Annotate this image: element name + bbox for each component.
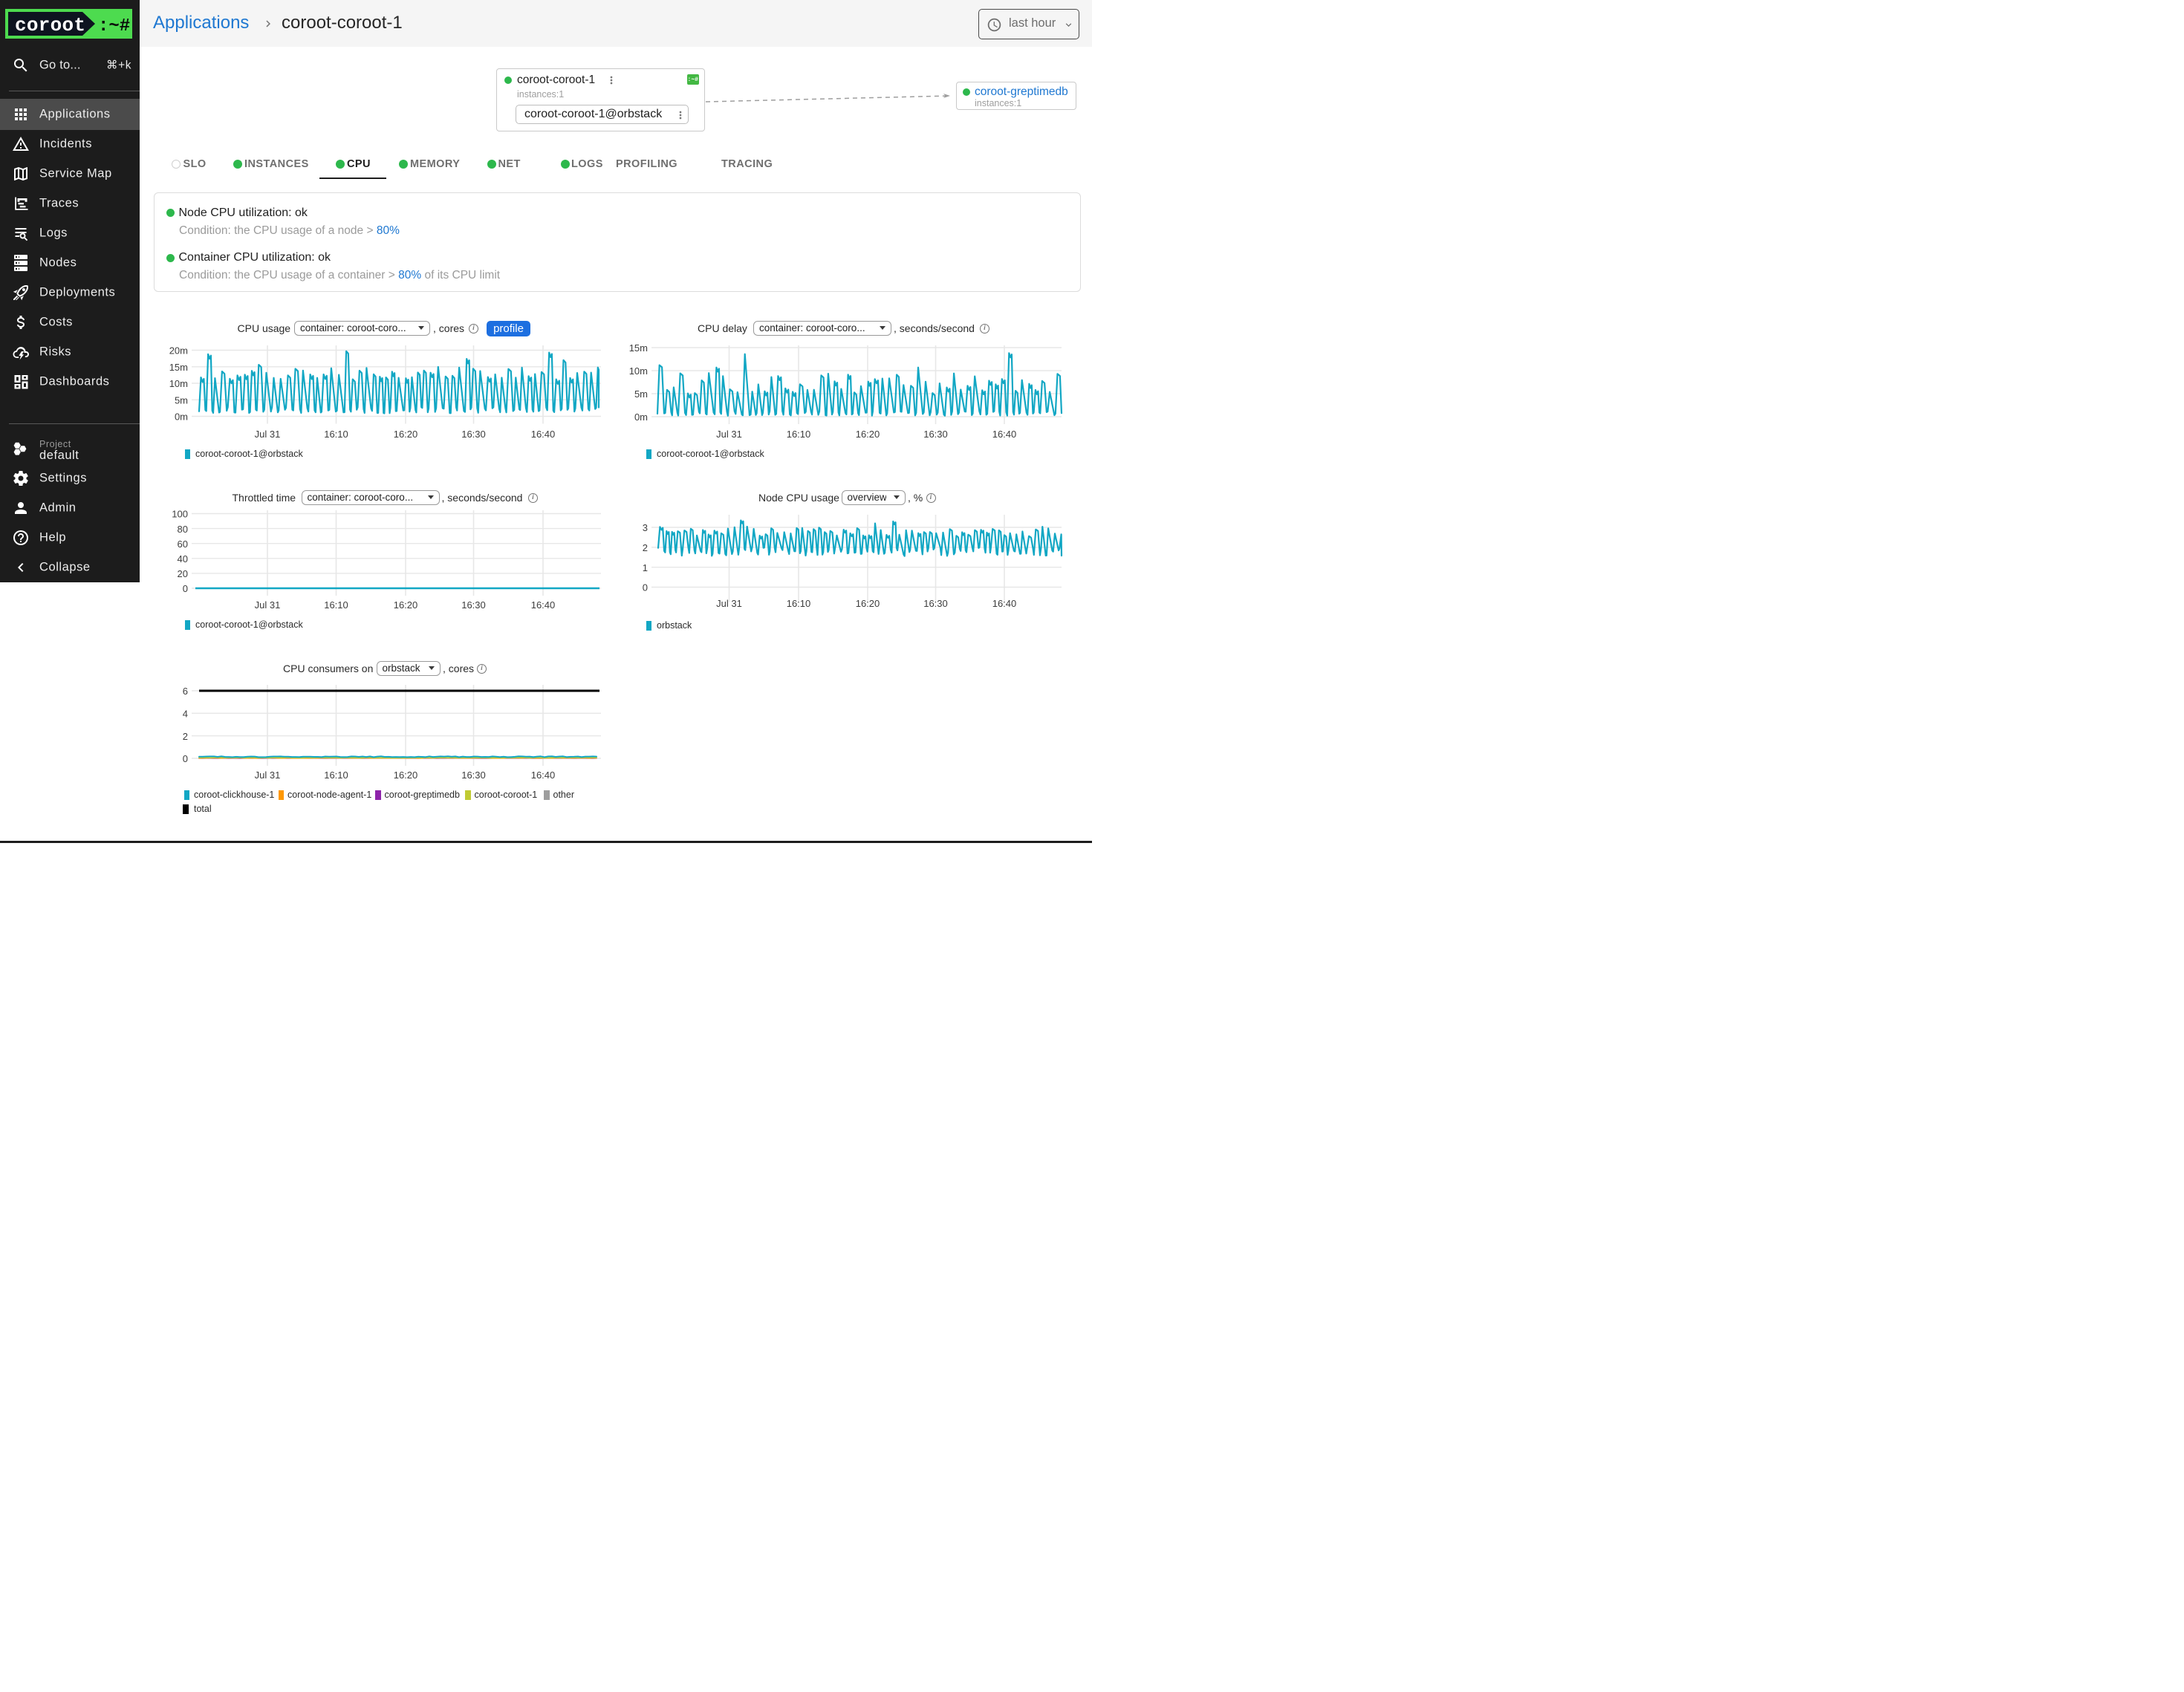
svg-text:16:10: 16:10: [324, 429, 348, 440]
svg-text:20m: 20m: [169, 345, 188, 357]
svg-text:0: 0: [183, 753, 188, 764]
svg-text:Jul 31: Jul 31: [716, 598, 742, 609]
svg-text:60: 60: [178, 538, 188, 550]
svg-text:10m: 10m: [629, 365, 648, 377]
svg-text:3: 3: [643, 522, 648, 533]
svg-text:16:40: 16:40: [531, 429, 556, 440]
svg-text:16:10: 16:10: [787, 429, 811, 440]
svg-text::~#: :~#: [98, 16, 130, 36]
svg-text:80: 80: [178, 524, 188, 535]
svg-text:16:30: 16:30: [923, 598, 948, 609]
svg-text:Jul 31: Jul 31: [255, 769, 281, 781]
svg-text:16:30: 16:30: [461, 769, 486, 781]
svg-text:5m: 5m: [634, 388, 648, 400]
svg-text:0: 0: [643, 582, 648, 593]
svg-text:Jul 31: Jul 31: [716, 429, 742, 440]
svg-text:20: 20: [178, 568, 188, 579]
svg-text:16:20: 16:20: [394, 599, 418, 611]
svg-text:16:20: 16:20: [856, 429, 880, 440]
svg-text:15m: 15m: [169, 362, 188, 373]
svg-text:1: 1: [643, 562, 648, 573]
svg-text:5m: 5m: [175, 395, 188, 406]
svg-text:2: 2: [643, 542, 648, 553]
svg-text:16:40: 16:40: [992, 598, 1017, 609]
svg-text:4: 4: [183, 709, 188, 720]
svg-text:16:30: 16:30: [461, 599, 486, 611]
svg-text:Jul 31: Jul 31: [255, 599, 281, 611]
svg-text:16:30: 16:30: [923, 429, 948, 440]
svg-text:16:10: 16:10: [324, 599, 348, 611]
svg-text:16:40: 16:40: [992, 429, 1017, 440]
svg-text:16:10: 16:10: [324, 769, 348, 781]
svg-text:coroot: coroot: [15, 14, 85, 36]
svg-text:40: 40: [178, 553, 188, 564]
svg-text:16:20: 16:20: [394, 769, 418, 781]
svg-text:16:10: 16:10: [787, 598, 811, 609]
svg-text:16:20: 16:20: [394, 429, 418, 440]
svg-text:2: 2: [183, 731, 188, 742]
svg-text:16:30: 16:30: [461, 429, 486, 440]
svg-text:16:40: 16:40: [531, 769, 556, 781]
svg-text:6: 6: [183, 686, 188, 697]
svg-text:0m: 0m: [634, 411, 648, 423]
svg-text:0m: 0m: [175, 411, 188, 423]
svg-text:15m: 15m: [629, 342, 648, 354]
svg-text:16:40: 16:40: [531, 599, 556, 611]
svg-text:10m: 10m: [169, 378, 188, 389]
svg-text:Jul 31: Jul 31: [255, 429, 281, 440]
svg-text:0: 0: [183, 583, 188, 594]
svg-text:100: 100: [172, 509, 188, 520]
svg-text:16:20: 16:20: [856, 598, 880, 609]
